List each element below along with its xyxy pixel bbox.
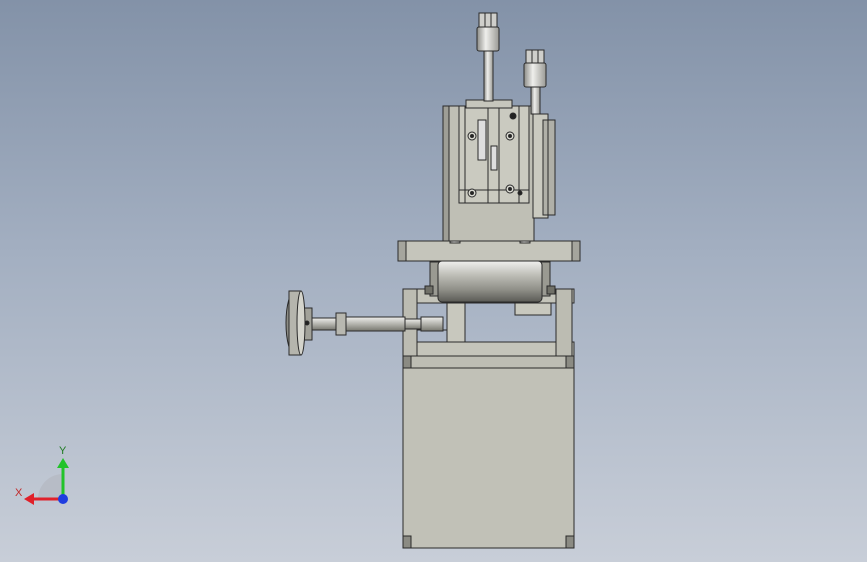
cad-viewport[interactable]: Y X	[0, 0, 867, 562]
top-plate	[397, 240, 581, 262]
triad-arc	[38, 474, 63, 499]
y-arrow	[57, 458, 69, 468]
pneumatic-cylinder	[442, 99, 556, 244]
view-triad[interactable]: Y X	[15, 445, 69, 505]
roller	[424, 260, 556, 303]
x-arrow	[24, 493, 34, 505]
z-axis-dot	[58, 494, 68, 504]
piston-rod-right	[523, 49, 547, 115]
y-axis-label: Y	[59, 445, 67, 457]
piston-rod-left	[476, 12, 500, 102]
base-housing	[402, 353, 575, 549]
machine-model[interactable]: Y X	[0, 0, 867, 562]
x-axis-label: X	[15, 487, 23, 499]
